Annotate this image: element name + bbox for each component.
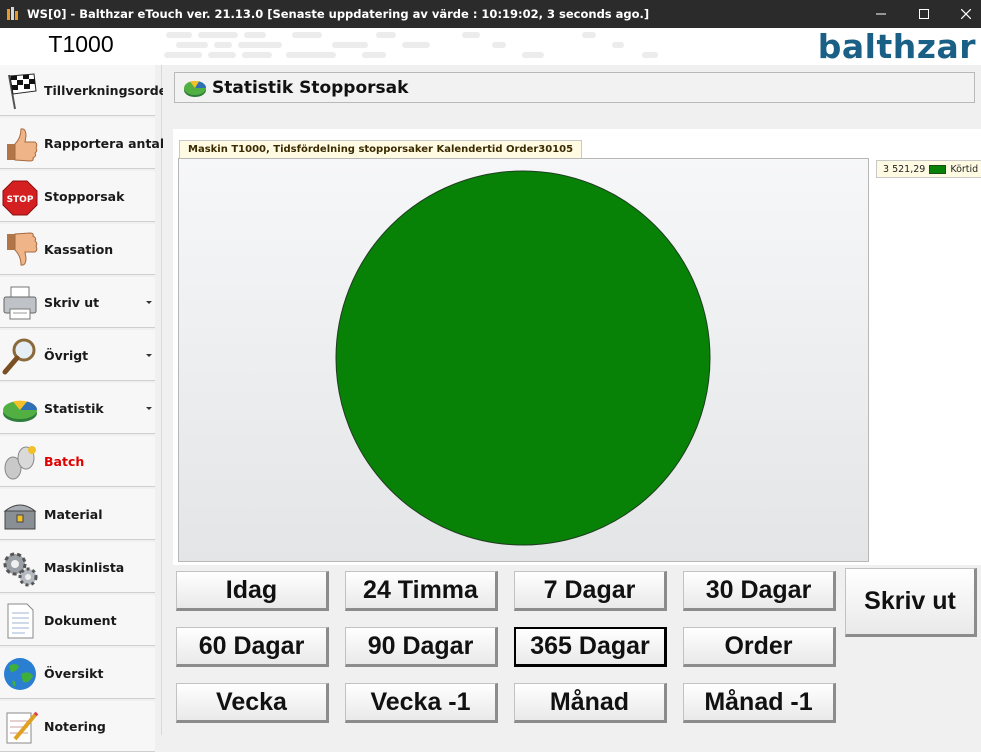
pie-chart-icon (3, 400, 38, 422)
thumbs-down-icon (7, 232, 38, 266)
gears-icon (3, 552, 38, 587)
sidebar-item-label: Kassation (44, 241, 114, 257)
close-button[interactable] (943, 0, 981, 28)
sidebar-item-maskinlista[interactable]: Maskinlista (0, 542, 155, 593)
thumbs-up-icon (7, 128, 38, 162)
sidebar-item-statistik[interactable]: Statistik (0, 383, 155, 434)
period-365-dagar-button[interactable]: 365 Dagar (514, 627, 667, 667)
maximize-icon (919, 9, 929, 19)
window-titlebar: WS[0] - Balthzar eTouch ver. 21.13.0 [Se… (0, 0, 981, 28)
treasure-chest-icon (3, 504, 37, 530)
period-30-dagar-button[interactable]: 30 Dagar (683, 571, 836, 611)
magnifier-icon (2, 338, 36, 375)
legend-label: Körtid (950, 163, 979, 175)
checkered-flag-icon (8, 73, 37, 110)
period-vecka-button[interactable]: Vecka (176, 683, 329, 723)
period-vecka-minus1-button[interactable]: Vecka -1 (345, 683, 498, 723)
sidebar-item-oversikt[interactable]: Översikt (0, 648, 155, 699)
period-60-dagar-button[interactable]: 60 Dagar (176, 627, 329, 667)
sidebar-item-dokument[interactable]: Dokument (0, 595, 155, 646)
chart-legend: 3 521,29 Körtid (876, 160, 981, 178)
period-idag-button[interactable]: Idag (176, 571, 329, 611)
period-manad-button[interactable]: Månad (514, 683, 667, 723)
pie-chart-svg (335, 170, 711, 546)
print-button[interactable]: Skriv ut (845, 568, 977, 637)
chevron-down-icon (146, 301, 152, 304)
pie-chart (178, 158, 869, 562)
batch-icon (4, 446, 36, 480)
chart-tab[interactable]: Maskin T1000, Tidsfördelning stopporsake… (179, 140, 583, 159)
sidebar-item-batch[interactable]: Batch (0, 436, 155, 487)
period-90-dagar-button[interactable]: 90 Dagar (345, 627, 498, 667)
header-pattern (164, 32, 658, 58)
legend-value: 3 521,29 (883, 163, 926, 175)
sidebar-item-stopporsak[interactable]: STOP Stopporsak (0, 171, 155, 222)
chevron-down-icon (146, 354, 152, 357)
sidebar-item-label: Batch (44, 453, 85, 469)
maximize-button[interactable] (901, 0, 947, 28)
app-logo-icon (7, 7, 18, 20)
legend-swatch (929, 164, 947, 174)
sidebar-item-label: Dokument (44, 612, 117, 628)
machine-name: T1000 (48, 31, 114, 57)
window-title: WS[0] - Balthzar eTouch ver. 21.13.0 [Se… (27, 7, 650, 21)
sidebar-item-kassation[interactable]: Kassation (0, 224, 155, 275)
pie-chart-icon (184, 80, 207, 97)
period-manad-minus1-button[interactable]: Månad -1 (683, 683, 836, 723)
sidebar-item-label: Översikt (44, 665, 104, 681)
page-header: Statistik Stopporsak (174, 72, 975, 103)
sidebar-item-tillverkningsorder[interactable]: Tillverkningsorder (0, 65, 173, 116)
period-order-button[interactable]: Order (683, 627, 836, 667)
sidebar-item-rapportera-antal[interactable]: Rapportera antal (0, 118, 164, 169)
period-24-timma-button[interactable]: 24 Timma (345, 571, 498, 611)
stop-sign-icon: STOP (2, 180, 38, 216)
sidebar-item-label: Maskinlista (44, 559, 125, 575)
close-icon (961, 9, 971, 19)
chevron-down-icon (146, 407, 152, 410)
sidebar-item-label: Notering (44, 718, 106, 734)
sidebar-item-label: Tillverkningsorder (44, 82, 174, 98)
document-icon (7, 603, 34, 639)
page-title: Statistik Stopporsak (212, 77, 409, 98)
period-7-dagar-button[interactable]: 7 Dagar (514, 571, 667, 611)
notepad-icon (6, 711, 39, 744)
sidebar-item-skriv-ut[interactable]: Skriv ut (0, 277, 155, 328)
sidebar-item-notering[interactable]: Notering (0, 701, 155, 752)
sidebar-item-label: Rapportera antal (44, 135, 165, 151)
sidebar-item-ovrigt[interactable]: Övrigt (0, 330, 155, 381)
pie-slice-0 (335, 170, 711, 546)
svg-text:STOP: STOP (7, 195, 34, 205)
printer-icon (3, 286, 37, 320)
minimize-icon (876, 13, 886, 15)
minimize-button[interactable] (858, 0, 904, 28)
sidebar-item-label: Statistik (44, 400, 104, 416)
sidebar-item-label: Stopporsak (44, 188, 125, 204)
sidebar: Tillverkningsorder Rapportera antal STOP… (0, 65, 173, 752)
main-content: Statistik Stopporsak Maskin T1000, Tidsf… (163, 65, 981, 735)
sidebar-item-label: Material (44, 506, 103, 522)
app-header: T1000 balthzar (0, 28, 981, 65)
globe-icon (4, 658, 36, 690)
sidebar-item-material[interactable]: Material (0, 489, 155, 540)
brand-logo: balthzar (817, 27, 976, 66)
sidebar-item-label: Övrigt (44, 347, 89, 363)
sidebar-item-label: Skriv ut (44, 294, 100, 310)
